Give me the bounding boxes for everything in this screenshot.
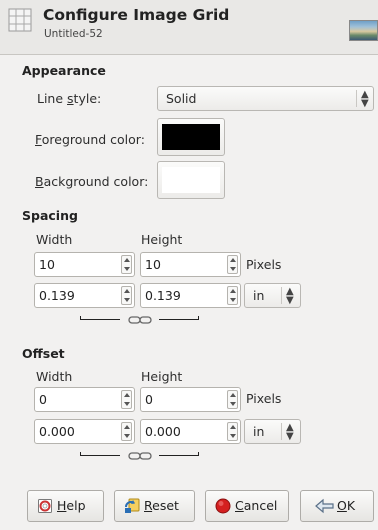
ok-icon bbox=[315, 498, 334, 514]
help-icon bbox=[38, 499, 52, 513]
spacing-width-in-input[interactable]: 0.139 bbox=[34, 283, 135, 308]
cancel-button[interactable]: Cancel bbox=[205, 490, 289, 522]
image-thumbnail bbox=[349, 20, 378, 41]
offset-pixels-unit-label: Pixels bbox=[246, 391, 282, 406]
foreground-color-button[interactable] bbox=[157, 118, 225, 156]
offset-height-px-input[interactable]: 0 bbox=[140, 387, 241, 412]
spacing-height-in-input[interactable]: 0.139 bbox=[140, 283, 241, 308]
spacing-chain-toggle[interactable] bbox=[80, 315, 200, 325]
spacing-width-label: Width bbox=[36, 232, 73, 247]
background-color-label: Background color: bbox=[35, 174, 149, 189]
updown-arrows-icon: ▲ ▼ bbox=[286, 422, 294, 442]
spacing-heading: Spacing bbox=[22, 208, 78, 223]
appearance-heading: Appearance bbox=[22, 63, 106, 78]
spacing-unit-select[interactable]: in ▲ ▼ bbox=[244, 283, 301, 308]
line-style-select[interactable]: Solid ▲ ▼ bbox=[157, 86, 374, 111]
spin-arrows-icon[interactable] bbox=[121, 255, 132, 274]
dialog-title: Configure Image Grid bbox=[43, 6, 230, 24]
offset-width-px-input[interactable]: 0 bbox=[34, 387, 135, 412]
chain-link-icon bbox=[128, 452, 152, 460]
spacing-height-px-input[interactable]: 10 bbox=[140, 252, 241, 277]
updown-arrows-icon: ▲ ▼ bbox=[361, 89, 369, 109]
chain-link-icon bbox=[128, 316, 152, 324]
grid-icon bbox=[8, 8, 32, 32]
background-color-button[interactable] bbox=[157, 161, 225, 199]
foreground-color-label: Foreground color: bbox=[35, 132, 145, 147]
offset-height-in-input[interactable]: 0.000 bbox=[140, 419, 241, 444]
cancel-icon bbox=[215, 498, 231, 514]
offset-chain-toggle[interactable] bbox=[80, 451, 200, 461]
offset-width-in-input[interactable]: 0.000 bbox=[34, 419, 135, 444]
offset-height-label: Height bbox=[141, 369, 183, 384]
spacing-height-label: Height bbox=[141, 232, 183, 247]
line-style-value: Solid bbox=[166, 91, 197, 106]
spin-arrows-icon[interactable] bbox=[121, 422, 132, 441]
foreground-color-swatch bbox=[162, 124, 220, 150]
spin-arrows-icon[interactable] bbox=[121, 286, 132, 305]
reset-icon bbox=[125, 498, 140, 513]
spin-arrows-icon[interactable] bbox=[121, 390, 132, 409]
spacing-width-px-input[interactable]: 10 bbox=[34, 252, 135, 277]
spacing-pixels-unit-label: Pixels bbox=[246, 257, 282, 272]
help-button[interactable]: Help bbox=[27, 490, 104, 522]
spin-arrows-icon[interactable] bbox=[227, 255, 238, 274]
spin-arrows-icon[interactable] bbox=[227, 286, 238, 305]
image-name: Untitled-52 bbox=[44, 28, 103, 40]
offset-unit-select[interactable]: in ▲ ▼ bbox=[244, 419, 301, 444]
offset-heading: Offset bbox=[22, 346, 65, 361]
dialog-header: Configure Image Grid Untitled-52 bbox=[0, 0, 378, 55]
reset-button[interactable]: Reset bbox=[114, 490, 195, 522]
offset-width-label: Width bbox=[36, 369, 73, 384]
ok-button[interactable]: OK bbox=[300, 490, 374, 522]
spin-arrows-icon[interactable] bbox=[227, 422, 238, 441]
line-style-label: Line style: bbox=[37, 91, 102, 106]
updown-arrows-icon: ▲ ▼ bbox=[286, 286, 294, 306]
background-color-swatch bbox=[162, 167, 220, 193]
spin-arrows-icon[interactable] bbox=[227, 390, 238, 409]
